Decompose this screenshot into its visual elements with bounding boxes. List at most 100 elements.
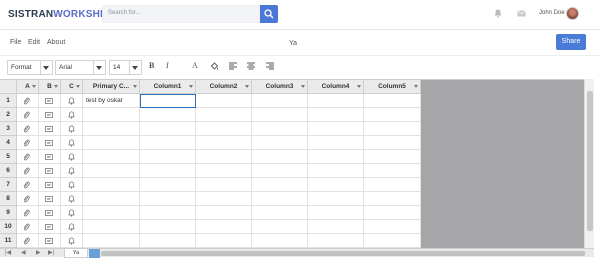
grid-cell[interactable]: [17, 150, 39, 164]
paperclip-icon[interactable]: [23, 153, 30, 163]
grid-cell[interactable]: [196, 220, 252, 234]
row-header[interactable]: 7: [0, 178, 17, 192]
grid-cell[interactable]: [196, 206, 252, 220]
row-header[interactable]: 2: [0, 108, 17, 122]
grid-cell[interactable]: [39, 94, 61, 108]
grid-cell[interactable]: [308, 220, 364, 234]
grid-cell[interactable]: [308, 136, 364, 150]
grid-cell[interactable]: [61, 220, 83, 234]
comment-icon[interactable]: [45, 139, 53, 149]
grid-cell[interactable]: [196, 136, 252, 150]
grid-cell[interactable]: [364, 192, 421, 206]
paperclip-icon[interactable]: [23, 223, 30, 233]
comment-icon[interactable]: [45, 153, 53, 163]
column-header[interactable]: Column1: [140, 80, 196, 94]
grid-cell[interactable]: [308, 192, 364, 206]
grid-cell[interactable]: [17, 178, 39, 192]
grid-cell[interactable]: [83, 192, 140, 206]
paperclip-icon[interactable]: [23, 237, 30, 247]
grid-cell[interactable]: [83, 150, 140, 164]
bell-icon[interactable]: [68, 223, 75, 233]
grid-cell[interactable]: [196, 94, 252, 108]
grid-cell[interactable]: [364, 150, 421, 164]
paperclip-icon[interactable]: [23, 111, 30, 121]
comment-icon[interactable]: [45, 195, 53, 205]
grid-cell[interactable]: [308, 108, 364, 122]
chevron-down-icon[interactable]: [245, 85, 249, 88]
grid-cell[interactable]: [17, 164, 39, 178]
grid-cell[interactable]: [83, 220, 140, 234]
align-left-icon[interactable]: [229, 62, 237, 70]
grid-cell[interactable]: [17, 122, 39, 136]
grid-cell[interactable]: [196, 164, 252, 178]
grid-cell[interactable]: [308, 206, 364, 220]
comment-icon[interactable]: [45, 237, 53, 247]
grid-cell[interactable]: [61, 94, 83, 108]
bell-icon[interactable]: [68, 139, 75, 149]
grid-cell[interactable]: [140, 150, 196, 164]
column-header[interactable]: Primary C...: [83, 80, 140, 94]
chevron-down-icon[interactable]: [301, 85, 305, 88]
last-sheet-icon[interactable]: ▶|: [48, 249, 54, 256]
grid-cell[interactable]: [308, 94, 364, 108]
grid-cell[interactable]: [308, 150, 364, 164]
grid-cell[interactable]: [252, 178, 308, 192]
grid-cell[interactable]: [39, 220, 61, 234]
grid-cell[interactable]: [364, 178, 421, 192]
grid-cell[interactable]: [83, 178, 140, 192]
grid-cell[interactable]: [252, 136, 308, 150]
grid-cell[interactable]: [17, 206, 39, 220]
format-dropdown[interactable]: Format: [7, 60, 53, 75]
bell-icon[interactable]: [68, 181, 75, 191]
menu-file[interactable]: File: [10, 39, 21, 46]
chevron-down-icon[interactable]: [189, 85, 193, 88]
bell-icon[interactable]: [68, 97, 75, 107]
fill-color-icon[interactable]: [210, 62, 219, 71]
comment-icon[interactable]: [45, 181, 53, 191]
grid-cell[interactable]: [140, 220, 196, 234]
sheet-tab[interactable]: Ya: [64, 249, 88, 258]
grid-cell[interactable]: [61, 164, 83, 178]
comment-icon[interactable]: [45, 125, 53, 135]
first-sheet-icon[interactable]: |◀: [5, 249, 11, 256]
grid-cell[interactable]: [364, 136, 421, 150]
grid-cell[interactable]: [140, 136, 196, 150]
grid-cell[interactable]: [308, 164, 364, 178]
grid-cell[interactable]: [364, 206, 421, 220]
bell-icon[interactable]: [68, 125, 75, 135]
row-header[interactable]: 9: [0, 206, 17, 220]
menu-edit[interactable]: Edit: [28, 39, 40, 46]
share-button[interactable]: Share: [556, 34, 586, 50]
grid-cell[interactable]: [39, 122, 61, 136]
grid-cell[interactable]: [39, 108, 61, 122]
menu-about[interactable]: About: [47, 39, 65, 46]
grid-cell[interactable]: [252, 206, 308, 220]
grid-cell[interactable]: [364, 108, 421, 122]
search-button[interactable]: [260, 5, 278, 23]
bold-button[interactable]: B: [149, 61, 154, 70]
grid-cell[interactable]: [83, 108, 140, 122]
grid-cell[interactable]: [196, 108, 252, 122]
chevron-down-icon[interactable]: [32, 85, 36, 88]
grid-cell[interactable]: [252, 192, 308, 206]
grid-cell[interactable]: [196, 234, 252, 248]
add-sheet-button[interactable]: [89, 249, 100, 258]
grid-cell[interactable]: [364, 220, 421, 234]
grid-cell[interactable]: [252, 234, 308, 248]
row-header[interactable]: 10: [0, 220, 17, 234]
paperclip-icon[interactable]: [23, 125, 30, 135]
grid-cell[interactable]: [364, 164, 421, 178]
comment-icon[interactable]: [45, 209, 53, 219]
bell-icon[interactable]: [68, 167, 75, 177]
grid-cell[interactable]: [61, 150, 83, 164]
column-header[interactable]: A: [17, 80, 39, 94]
grid-cell[interactable]: [364, 234, 421, 248]
next-sheet-icon[interactable]: ▶: [36, 249, 41, 256]
grid-cell[interactable]: test by oskar: [83, 94, 140, 108]
bell-icon[interactable]: [68, 153, 75, 163]
paperclip-icon[interactable]: [23, 181, 30, 191]
grid-cell[interactable]: [61, 178, 83, 192]
selected-cell[interactable]: [140, 94, 196, 108]
column-header[interactable]: B: [39, 80, 61, 94]
row-header[interactable]: 6: [0, 164, 17, 178]
